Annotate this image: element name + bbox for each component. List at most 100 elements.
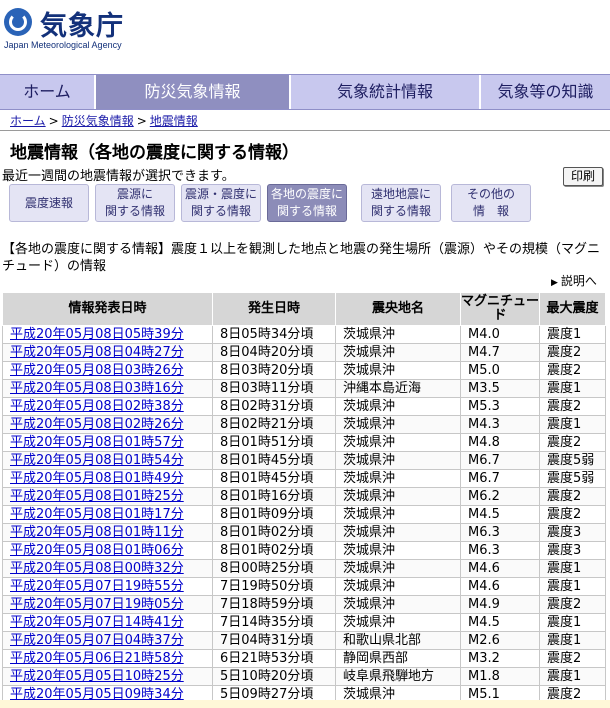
max-intensity: 震度1: [539, 667, 606, 686]
epicenter-name: 茨城県沖: [335, 469, 461, 488]
issue-time-link[interactable]: 平成20年05月08日01時17分: [2, 505, 213, 524]
issue-time-link[interactable]: 平成20年05月08日01時06分: [2, 541, 213, 560]
max-intensity: 震度1: [539, 577, 606, 596]
table-row: 平成20年05月05日10時25分 5日10時20分頃 岐阜県飛騨地方 M1.8 震度1: [2, 667, 606, 686]
col-header-magnitude: マグニチュード: [460, 292, 540, 326]
main-nav: ホーム 防災気象情報 気象統計情報 気象等の知識: [0, 74, 610, 110]
print-button[interactable]: 印刷: [563, 167, 603, 186]
table-row: 平成20年05月08日01時25分 8日01時16分頃 茨城県沖 M6.2 震度2: [2, 487, 606, 506]
category-other-info[interactable]: その他の 情 報: [451, 184, 531, 222]
magnitude: M6.7: [460, 451, 540, 470]
max-intensity: 震度2: [539, 505, 606, 524]
issue-time-link[interactable]: 平成20年05月08日02時26分: [2, 415, 213, 434]
issue-time-link[interactable]: 平成20年05月08日01時25分: [2, 487, 213, 506]
occurrence-time: 8日01時16分頃: [212, 487, 336, 506]
issue-time-link[interactable]: 平成20年05月08日05時39分: [2, 325, 213, 344]
occurrence-time: 8日04時20分頃: [212, 343, 336, 362]
issue-time-link[interactable]: 平成20年05月07日04時37分: [2, 631, 213, 650]
max-intensity: 震度1: [539, 559, 606, 578]
max-intensity: 震度2: [539, 433, 606, 452]
status-bar: [0, 700, 610, 708]
issue-time-link[interactable]: 平成20年05月08日01時49分: [2, 469, 213, 488]
epicenter-name: 茨城県沖: [335, 577, 461, 596]
max-intensity: 震度2: [539, 649, 606, 668]
issue-time-link[interactable]: 平成20年05月08日00時32分: [2, 559, 213, 578]
occurrence-time: 8日02時31分頃: [212, 397, 336, 416]
breadcrumb-disaster-info[interactable]: 防災気象情報: [62, 114, 134, 128]
occurrence-time: 8日03時11分頃: [212, 379, 336, 398]
max-intensity: 震度2: [539, 343, 606, 362]
category-hypocenter-info[interactable]: 震源に 関する情報: [95, 184, 175, 222]
nav-disaster-weather-info[interactable]: 防災気象情報: [96, 75, 291, 109]
occurrence-time: 8日01時02分頃: [212, 523, 336, 542]
breadcrumb-separator: >: [48, 114, 59, 128]
page-subtitle: 最近一週間の地震情報が選択できます。: [2, 169, 235, 184]
epicenter-name: 茨城県沖: [335, 325, 461, 344]
magnitude: M6.3: [460, 523, 540, 542]
issue-time-link[interactable]: 平成20年05月08日03時26分: [2, 361, 213, 380]
issue-time-link[interactable]: 平成20年05月05日10時25分: [2, 667, 213, 686]
issue-time-link[interactable]: 平成20年05月07日14時41分: [2, 613, 213, 632]
category-distant-earthquake-info[interactable]: 遠地地震に 関する情報: [361, 184, 441, 222]
max-intensity: 震度2: [539, 361, 606, 380]
max-intensity: 震度3: [539, 523, 606, 542]
table-row: 平成20年05月07日04時37分 7日04時31分頃 和歌山県北部 M2.6 震度1: [2, 631, 606, 650]
col-header-issue-time: 情報発表日時: [2, 292, 213, 326]
epicenter-name: 茨城県沖: [335, 433, 461, 452]
epicenter-name: 茨城県沖: [335, 559, 461, 578]
magnitude: M3.5: [460, 379, 540, 398]
occurrence-time: 8日01時02分頃: [212, 541, 336, 560]
table-row: 平成20年05月07日14時41分 7日14時35分頃 茨城県沖 M4.5 震度1: [2, 613, 606, 632]
magnitude: M4.8: [460, 433, 540, 452]
magnitude: M4.3: [460, 415, 540, 434]
magnitude: M6.3: [460, 541, 540, 560]
table-row: 平成20年05月08日00時32分 8日00時25分頃 茨城県沖 M4.6 震度1: [2, 559, 606, 578]
magnitude: M4.7: [460, 343, 540, 362]
occurrence-time: 8日01時09分頃: [212, 505, 336, 524]
issue-time-link[interactable]: 平成20年05月08日01時54分: [2, 451, 213, 470]
table-row: 平成20年05月08日01時17分 8日01時09分頃 茨城県沖 M4.5 震度2: [2, 505, 606, 524]
table-row: 平成20年05月08日01時11分 8日01時02分頃 茨城県沖 M6.3 震度3: [2, 523, 606, 542]
explanation-link[interactable]: ▶ 説明へ: [551, 272, 597, 289]
magnitude: M4.0: [460, 325, 540, 344]
magnitude: M3.2: [460, 649, 540, 668]
issue-time-link[interactable]: 平成20年05月08日03時16分: [2, 379, 213, 398]
issue-time-link[interactable]: 平成20年05月08日02時38分: [2, 397, 213, 416]
occurrence-time: 7日14時35分頃: [212, 613, 336, 632]
breadcrumb-home[interactable]: ホーム: [10, 114, 46, 128]
issue-time-link[interactable]: 平成20年05月06日21時58分: [2, 649, 213, 668]
category-hypocenter-intensity-info[interactable]: 震源・震度に 関する情報: [181, 184, 261, 222]
table-row: 平成20年05月08日01時57分 8日01時51分頃 茨城県沖 M4.8 震度2: [2, 433, 606, 452]
max-intensity: 震度2: [539, 487, 606, 506]
occurrence-time: 8日03時20分頃: [212, 361, 336, 380]
occurrence-time: 7日19時50分頃: [212, 577, 336, 596]
nav-weather-statistics[interactable]: 気象統計情報: [291, 75, 481, 109]
breadcrumb-earthquake-info[interactable]: 地震情報: [150, 114, 198, 128]
table-row: 平成20年05月08日05時39分 8日05時34分頃 茨城県沖 M4.0 震度1: [2, 325, 606, 344]
table-row: 平成20年05月07日19時55分 7日19時50分頃 茨城県沖 M4.6 震度1: [2, 577, 606, 596]
epicenter-name: 茨城県沖: [335, 343, 461, 362]
max-intensity: 震度2: [539, 595, 606, 614]
magnitude: M4.9: [460, 595, 540, 614]
table-row: 平成20年05月08日03時16分 8日03時11分頃 沖縄本島近海 M3.5 震度1: [2, 379, 606, 398]
issue-time-link[interactable]: 平成20年05月08日01時57分: [2, 433, 213, 452]
jma-logo[interactable]: 気象庁 Japan Meteorological Agency: [2, 6, 202, 52]
magnitude: M2.6: [460, 631, 540, 650]
category-seismic-intensity-flash[interactable]: 震度速報: [9, 184, 89, 222]
nav-home[interactable]: ホーム: [0, 75, 96, 109]
issue-time-link[interactable]: 平成20年05月08日01時11分: [2, 523, 213, 542]
issue-time-link[interactable]: 平成20年05月07日19時55分: [2, 577, 213, 596]
occurrence-time: 8日01時45分頃: [212, 451, 336, 470]
occurrence-time: 8日00時25分頃: [212, 559, 336, 578]
occurrence-time: 8日01時51分頃: [212, 433, 336, 452]
max-intensity: 震度5弱: [539, 451, 606, 470]
issue-time-link[interactable]: 平成20年05月08日04時27分: [2, 343, 213, 362]
page-title: 地震情報（各地の震度に関する情報）: [10, 143, 299, 163]
magnitude: M4.6: [460, 559, 540, 578]
max-intensity: 震度1: [539, 613, 606, 632]
table-row: 平成20年05月08日02時38分 8日02時31分頃 茨城県沖 M5.3 震度2: [2, 397, 606, 416]
nav-weather-knowledge[interactable]: 気象等の知識: [481, 75, 610, 109]
category-local-intensity-info[interactable]: 各地の震度に 関する情報: [267, 184, 347, 222]
issue-time-link[interactable]: 平成20年05月07日19時05分: [2, 595, 213, 614]
occurrence-time: 6日21時53分頃: [212, 649, 336, 668]
